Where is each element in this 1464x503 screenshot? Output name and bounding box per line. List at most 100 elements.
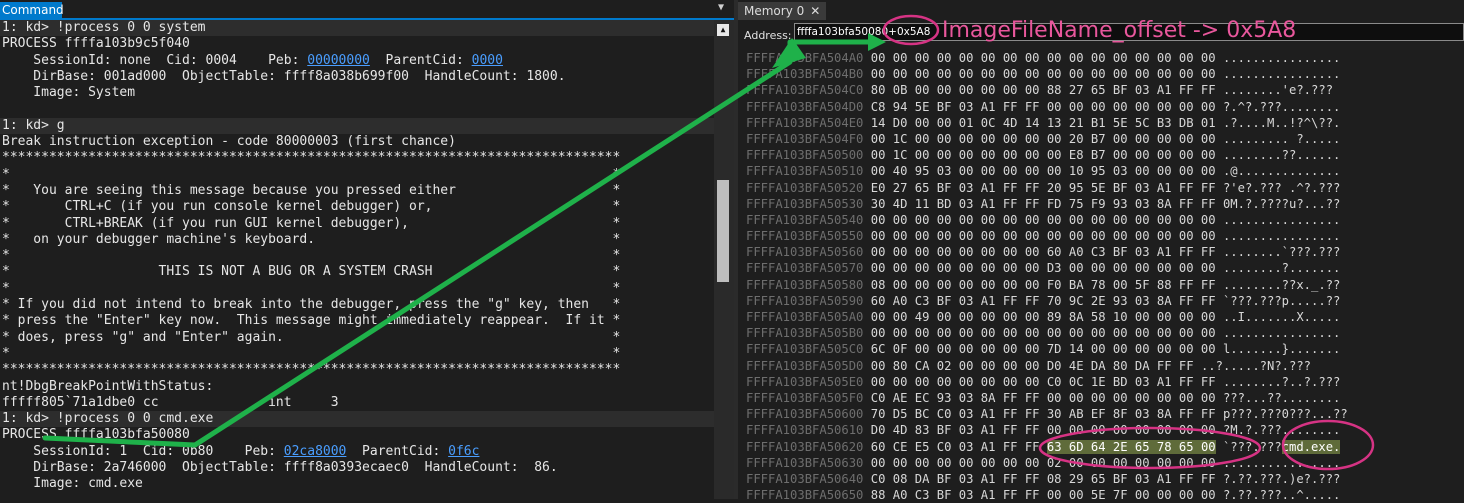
memory-address: FFFFA103BFA50520 (746, 180, 864, 195)
memory-ascii[interactable]: 0M.?.????u?...?? (1223, 197, 1340, 211)
chevron-down-icon[interactable]: ▼ (718, 2, 724, 13)
memory-ascii[interactable]: ................ (1223, 229, 1340, 243)
memory-row: FFFFA103BFA50570 00 00 00 00 00 00 00 00… (746, 260, 1348, 276)
memory-bytes[interactable]: 70 D5 BC C0 03 A1 FF FF 30 AB EF 8F 03 8… (871, 407, 1216, 421)
memory-address: FFFFA103BFA504C0 (746, 83, 864, 98)
close-icon[interactable]: ✕ (810, 4, 820, 18)
memory-ascii[interactable]: ?.^?.???........ (1223, 100, 1340, 114)
memory-row: FFFFA103BFA505F0 C0 AE EC 93 03 8A FF FF… (746, 390, 1348, 406)
tab-memory-0[interactable]: Memory 0 ✕ (738, 2, 827, 20)
memory-address: FFFFA103BFA504F0 (746, 131, 864, 146)
memory-bytes[interactable]: 6C 0F 00 00 00 00 00 00 7D 14 00 00 00 0… (871, 342, 1216, 356)
memory-row: FFFFA103BFA505B0 00 00 00 00 00 00 00 00… (746, 325, 1348, 341)
memory-ascii[interactable]: ........?....... (1223, 261, 1340, 275)
command-prompt-line: 1: kd> g (0, 117, 714, 135)
memory-bytes[interactable]: C0 08 DA BF 03 A1 FF FF 08 29 65 BF 03 A… (871, 472, 1216, 486)
memory-address: FFFFA103BFA50620 (746, 439, 864, 454)
memory-address: FFFFA103BFA504D0 (746, 99, 864, 114)
memory-address: FFFFA103BFA50610 (746, 423, 864, 438)
memory-ascii[interactable]: ........??...... (1223, 148, 1340, 162)
memory-bytes[interactable]: 00 00 49 00 00 00 00 00 89 8A 58 10 00 0… (871, 310, 1216, 324)
memory-address: FFFFA103BFA50510 (746, 164, 864, 179)
address-link[interactable]: 02ca8000 (284, 444, 347, 459)
memory-bytes[interactable]: 00 00 00 00 00 00 00 00 00 00 00 00 00 0… (871, 51, 1216, 65)
memory-bytes[interactable]: 30 4D 11 BD 03 A1 FF FF FD 75 F9 93 03 8… (871, 197, 1216, 211)
memory-bytes[interactable]: 60 CE E5 C0 03 A1 FF FF (871, 440, 1047, 454)
memory-address: FFFFA103BFA50500 (746, 148, 864, 163)
memory-bytes[interactable]: 00 00 00 00 00 00 00 00 00 00 00 00 00 0… (871, 229, 1216, 243)
memory-address: FFFFA103BFA505C0 (746, 342, 864, 357)
memory-bytes[interactable]: 00 40 95 03 00 00 00 00 00 10 95 03 00 0… (871, 164, 1216, 178)
output-line: * press the "Enter" key now. This messag… (2, 313, 621, 329)
memory-bytes[interactable]: C8 94 5E BF 03 A1 FF FF 00 00 00 00 00 0… (871, 100, 1216, 114)
memory-ascii[interactable]: ?'e?.??? .^?.??? (1223, 181, 1340, 195)
memory-bytes[interactable]: 00 00 00 00 00 00 00 00 00 00 00 00 00 0… (871, 67, 1216, 81)
memory-bytes[interactable]: 00 00 00 00 00 00 00 00 00 00 00 00 00 0… (871, 213, 1216, 227)
memory-row: FFFFA103BFA50520 E0 27 65 BF 03 A1 FF FF… (746, 180, 1348, 196)
memory-dump: FFFFA103BFA504A0 00 00 00 00 00 00 00 00… (746, 50, 1348, 503)
memory-row: FFFFA103BFA505A0 00 00 49 00 00 00 00 00… (746, 309, 1348, 325)
memory-row: FFFFA103BFA504A0 00 00 00 00 00 00 00 00… (746, 50, 1348, 66)
memory-row: FFFFA103BFA50600 70 D5 BC C0 03 A1 FF FF… (746, 406, 1348, 422)
memory-bytes[interactable]: D0 4D 83 BF 03 A1 FF FF 00 00 00 00 00 0… (871, 423, 1216, 437)
address-link[interactable]: 0f6c (448, 444, 479, 459)
memory-ascii[interactable]: .@.............. (1223, 164, 1340, 178)
memory-bytes[interactable]: 80 0B 00 00 00 00 00 00 88 27 65 BF 03 A… (871, 83, 1216, 97)
memory-bytes[interactable]: 00 80 CA 02 00 00 00 00 D0 4E DA 80 DA F… (871, 359, 1194, 373)
memory-bytes[interactable]: 00 1C 00 00 00 00 00 00 00 20 B7 00 00 0… (871, 132, 1216, 146)
memory-bytes[interactable]: 00 00 00 00 00 00 00 00 60 A0 C3 BF 03 A… (871, 245, 1216, 259)
memory-bytes[interactable]: 14 D0 00 00 01 0C 4D 14 13 21 B1 5E 5C B… (871, 116, 1216, 130)
command-prompt-line: 1: kd> !process 0 0 system (0, 20, 714, 37)
scrollbar-thumb[interactable] (717, 180, 729, 282)
memory-bytes[interactable]: 88 A0 C3 BF 03 A1 FF FF 00 00 5E 7F 00 0… (871, 488, 1216, 502)
output-line: SessionId: none Cid: 0004 Peb: 00000000 … (0, 53, 714, 69)
output-line: DirBase: 2a746000 ObjectTable: ffff8a039… (2, 460, 558, 476)
output-line: fffff805`71a1dbe0 cc int 3 (2, 394, 339, 410)
tab-command[interactable]: Command (0, 2, 64, 18)
memory-ascii[interactable]: ........`???.??? (1223, 245, 1340, 259)
memory-bytes[interactable]: 00 00 00 00 00 00 00 00 02 00 00 00 00 0… (871, 456, 1216, 470)
memory-ascii[interactable]: ........??x._.?? (1223, 278, 1340, 292)
memory-ascii[interactable]: l.......}....... (1223, 342, 1340, 356)
memory-ascii[interactable]: ?.??.???..^..... (1223, 488, 1340, 502)
address-link[interactable]: 00000000 (307, 53, 370, 68)
memory-ascii[interactable]: ?.??.???.)e?.??? (1223, 472, 1340, 486)
memory-bytes[interactable]: 00 00 00 00 00 00 00 00 D3 00 00 00 00 0… (871, 261, 1216, 275)
memory-ascii[interactable]: ................ (1223, 456, 1340, 470)
memory-ascii[interactable]: ................ (1223, 51, 1340, 65)
memory-ascii-highlighted[interactable]: cmd.exe. (1281, 439, 1341, 454)
output-line: ****************************************… (2, 362, 621, 378)
memory-bytes[interactable]: 60 A0 C3 BF 03 A1 FF FF 70 9C 2E 93 03 8… (871, 294, 1216, 308)
memory-ascii[interactable]: ..I.......X..... (1223, 310, 1340, 324)
memory-ascii[interactable]: ........'e?.??? (1223, 83, 1333, 97)
memory-ascii[interactable]: ................ (1223, 67, 1340, 81)
memory-ascii[interactable]: ................ (1223, 213, 1340, 227)
memory-row: FFFFA103BFA50640 C0 08 DA BF 03 A1 FF FF… (746, 471, 1348, 487)
memory-ascii[interactable]: p???.???0???...?? (1223, 407, 1348, 421)
memory-address: FFFFA103BFA504E0 (746, 115, 864, 130)
memory-bytes-highlighted[interactable]: 63 6D 64 2E 65 78 65 00 (1046, 439, 1216, 454)
memory-address: FFFFA103BFA50590 (746, 293, 864, 308)
vertical-scrollbar[interactable]: ▲ (714, 20, 734, 499)
memory-ascii[interactable]: `???.??? (1223, 440, 1282, 454)
memory-ascii[interactable]: .?....M..!?^\??. (1223, 116, 1340, 130)
memory-bytes[interactable]: E0 27 65 BF 03 A1 FF FF 20 95 5E BF 03 A… (871, 181, 1216, 195)
address-link[interactable]: 0000 (472, 53, 503, 68)
output-line: * * (2, 280, 621, 296)
memory-bytes[interactable]: 00 1C 00 00 00 00 00 00 00 E8 B7 00 00 0… (871, 148, 1216, 162)
memory-ascii[interactable]: ?M.?.???........ (1223, 423, 1340, 437)
memory-bytes[interactable]: C0 AE EC 93 03 8A FF FF 00 00 00 00 00 0… (871, 391, 1216, 405)
command-output: 1: kd> !process 0 0 system PROCESS ffffa1… (0, 20, 714, 499)
memory-ascii[interactable]: ........?..?.??? (1223, 375, 1340, 389)
scroll-up-icon[interactable]: ▲ (717, 24, 729, 36)
memory-bytes[interactable]: 00 00 00 00 00 00 00 00 00 00 00 00 00 0… (871, 326, 1216, 340)
memory-address: FFFFA103BFA505D0 (746, 358, 864, 373)
memory-bytes[interactable]: 08 00 00 00 00 00 00 00 F0 BA 78 00 5F 8… (871, 278, 1216, 292)
memory-ascii[interactable]: ......... ?..... (1223, 132, 1340, 146)
memory-ascii[interactable]: ..?.....?N?.??? (1201, 359, 1311, 373)
memory-ascii[interactable]: ???...??........ (1223, 391, 1340, 405)
memory-ascii[interactable]: ................ (1223, 326, 1340, 340)
memory-ascii[interactable]: `???.???p.....?? (1223, 294, 1340, 308)
memory-bytes[interactable]: 00 00 00 00 00 00 00 00 C0 0C 1E BD 03 A… (871, 375, 1216, 389)
memory-row: FFFFA103BFA50590 60 A0 C3 BF 03 A1 FF FF… (746, 293, 1348, 309)
